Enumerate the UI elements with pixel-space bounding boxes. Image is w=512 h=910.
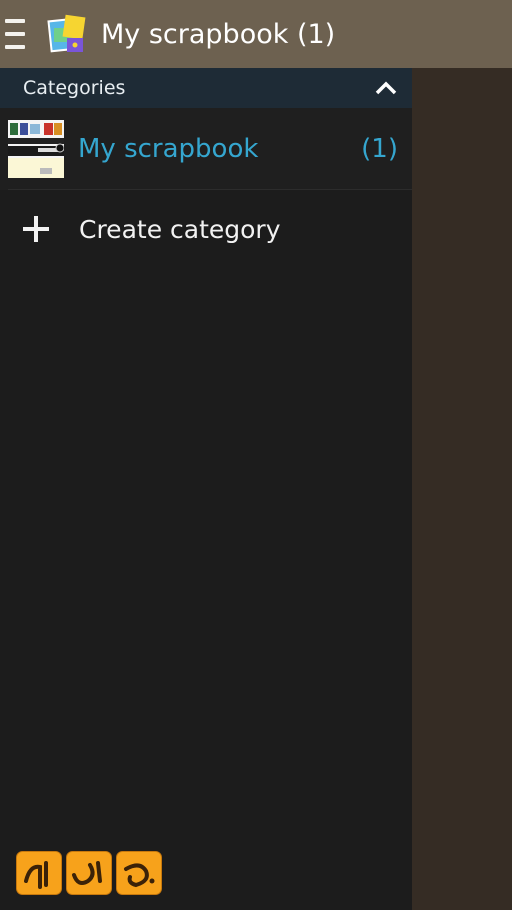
scrapbook-app-icon[interactable] xyxy=(47,14,87,54)
app-title: My scrapbook (1) xyxy=(101,18,336,50)
category-item-my-scrapbook[interactable]: My scrapbook (1) xyxy=(0,108,412,190)
categories-header-label: Categories xyxy=(23,77,126,99)
categories-header[interactable]: Categories xyxy=(0,68,412,108)
menu-icon[interactable] xyxy=(5,19,25,49)
app-bar: My scrapbook (1) xyxy=(0,0,512,68)
chevron-up-icon[interactable] xyxy=(374,80,398,96)
create-category-label: Create category xyxy=(79,214,281,244)
watermark-tile xyxy=(16,851,62,895)
category-count: (1) xyxy=(361,134,398,164)
category-name: My scrapbook xyxy=(78,134,259,164)
watermark-tile xyxy=(66,851,112,895)
plus-icon xyxy=(23,216,49,242)
create-category-button[interactable]: Create category xyxy=(0,190,412,268)
category-thumbnail xyxy=(8,120,64,178)
navigation-drawer: Categories My scrapbook (1) Create categ… xyxy=(0,68,412,910)
watermark-logo xyxy=(16,851,162,895)
watermark-tile xyxy=(116,851,162,895)
